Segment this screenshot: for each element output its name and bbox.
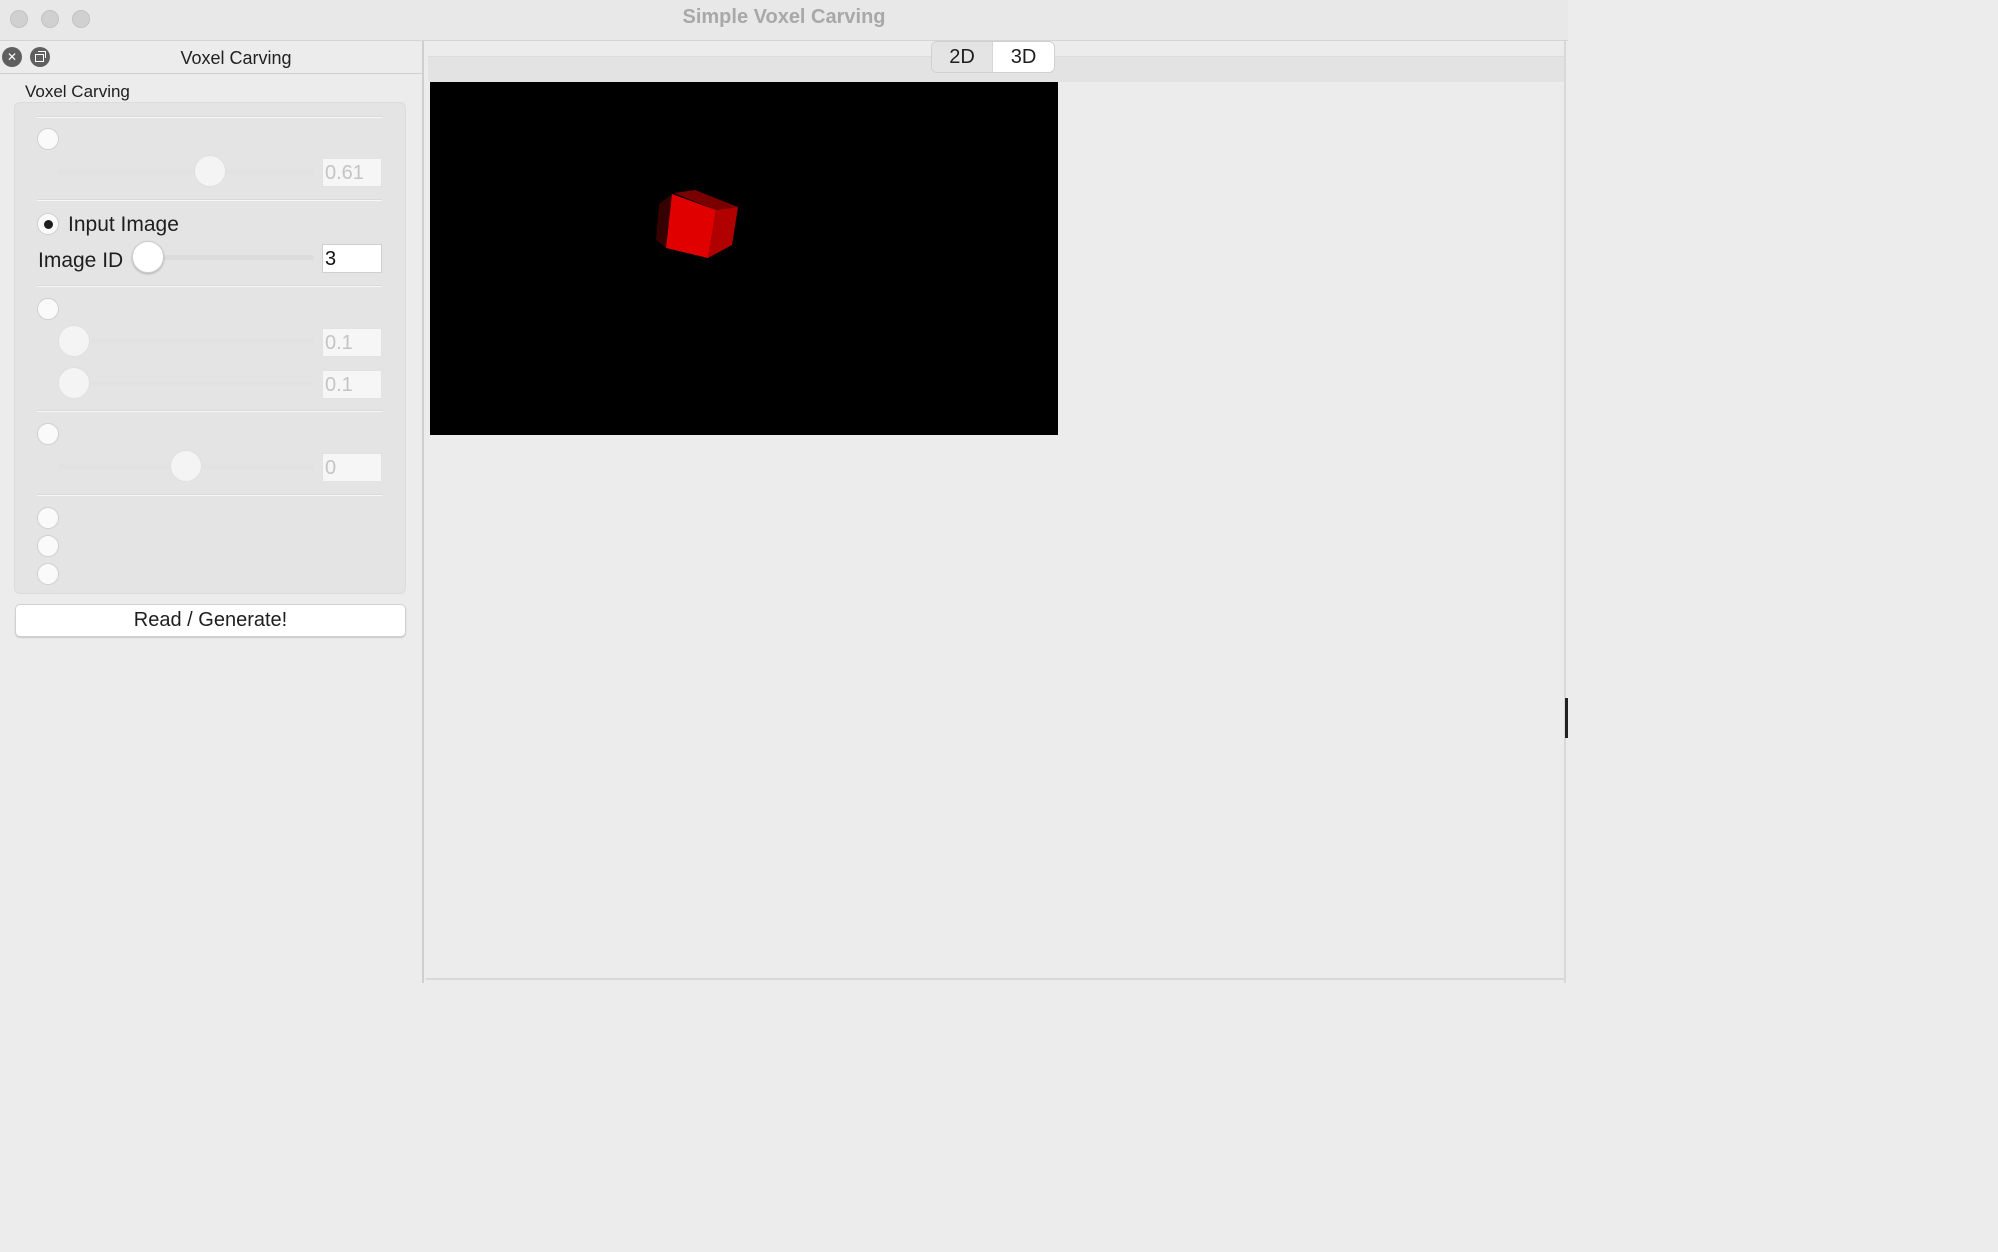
- section4-slider-knob[interactable]: [170, 450, 202, 482]
- section4-radio[interactable]: [37, 423, 59, 445]
- section3-value2-field[interactable]: 0.1: [322, 370, 382, 399]
- dock-close-icon[interactable]: ✕: [2, 47, 22, 67]
- option-radio-2[interactable]: [37, 535, 59, 557]
- section3-value1-field[interactable]: 0.1: [322, 328, 382, 357]
- voxel-carving-dock: ✕ Voxel Carving Voxel Carving 0.61 Input…: [0, 41, 424, 983]
- read-generate-button[interactable]: Read / Generate!: [15, 604, 406, 637]
- section3-slider1-knob[interactable]: [58, 325, 90, 357]
- image-id-slider-track[interactable]: [148, 255, 314, 260]
- section4-value-field[interactable]: 0: [322, 453, 382, 482]
- voxel-carving-group: 0.61 Input Image Image ID 3 0.1 0.1 0: [14, 102, 406, 594]
- window-title: Simple Voxel Carving: [682, 6, 886, 28]
- section-divider: [37, 285, 382, 287]
- dock-title-bar[interactable]: ✕ Voxel Carving: [0, 41, 422, 74]
- section1-value-field[interactable]: 0.61: [322, 158, 382, 187]
- option-radio-3[interactable]: [37, 563, 59, 585]
- 3d-viewport[interactable]: [430, 82, 1058, 435]
- section3-radio[interactable]: [37, 298, 59, 320]
- dock-title: Voxel Carving: [180, 48, 292, 68]
- app-window: Simple Voxel Carving ✕ Voxel Carving Vox…: [0, 0, 1568, 983]
- view-tabs: 2D 3D: [931, 41, 1055, 73]
- voxel-render: [430, 82, 1058, 435]
- option-radio-1[interactable]: [37, 507, 59, 529]
- section1-slider-track[interactable]: [58, 169, 314, 174]
- group-box-label: Voxel Carving: [25, 82, 130, 101]
- title-bar: Simple Voxel Carving: [0, 0, 1568, 41]
- section1-slider-knob[interactable]: [194, 155, 226, 187]
- section-divider: [37, 410, 382, 412]
- image-id-field[interactable]: 3: [322, 244, 382, 273]
- tab-2d[interactable]: 2D: [932, 42, 994, 72]
- section1-radio[interactable]: [37, 128, 59, 150]
- section-divider: [37, 199, 382, 201]
- window-right-border: [1564, 41, 1566, 983]
- tab-3d[interactable]: 3D: [993, 42, 1054, 72]
- view-bottom-border: [426, 978, 1566, 980]
- section-divider: [37, 494, 382, 496]
- input-image-radio[interactable]: [37, 213, 59, 235]
- dock-float-icon[interactable]: [30, 47, 50, 67]
- section3-slider1-track[interactable]: [58, 339, 314, 344]
- image-id-label: Image ID: [38, 249, 124, 272]
- section-divider: [37, 116, 382, 118]
- section3-slider2-track[interactable]: [58, 381, 314, 386]
- image-id-slider-knob[interactable]: [132, 241, 164, 273]
- resize-edge-mark: [1565, 698, 1568, 738]
- section3-slider2-knob[interactable]: [58, 367, 90, 399]
- input-image-label: Input Image: [68, 213, 179, 236]
